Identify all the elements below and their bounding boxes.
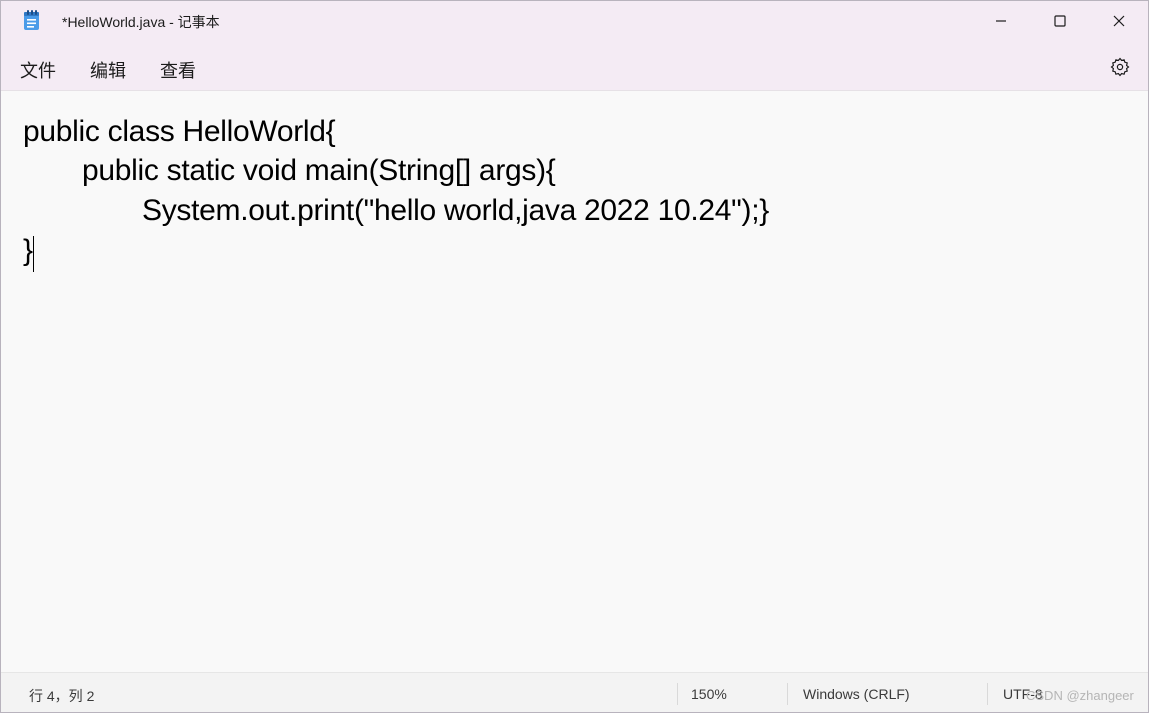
watermark: CSDN @zhangeer — [1026, 688, 1134, 703]
text-caret — [33, 236, 34, 272]
minimize-icon — [996, 20, 1006, 22]
status-bar: 行 4，列 2 150% Windows (CRLF) UTF-8 — [1, 672, 1148, 712]
notepad-window: *HelloWorld.java - 记事本 文件 编辑 查看 public c… — [0, 0, 1149, 713]
menu-edit[interactable]: 编辑 — [90, 57, 126, 83]
code-line: } — [23, 234, 33, 267]
minimize-button[interactable] — [972, 1, 1030, 41]
maximize-button[interactable] — [1031, 1, 1089, 41]
window-title: *HelloWorld.java - 记事本 — [62, 14, 220, 30]
code-line: public static void main(String[] args){ — [82, 154, 556, 187]
zoom-level: 150% — [691, 686, 727, 702]
notepad-icon — [23, 10, 40, 31]
maximize-icon — [1054, 15, 1066, 27]
text-editor[interactable]: public class HelloWorld{ public static v… — [1, 90, 1148, 673]
title-bar[interactable]: *HelloWorld.java - 记事本 — [1, 1, 1148, 41]
settings-button[interactable] — [1107, 54, 1133, 80]
status-divider — [787, 683, 788, 705]
gear-icon — [1110, 57, 1130, 77]
status-divider — [677, 683, 678, 705]
code-line: System.out.print("hello world,java 2022 … — [142, 194, 769, 227]
code-line: public class HelloWorld{ — [23, 115, 336, 148]
status-divider — [987, 683, 988, 705]
cursor-position: 行 4，列 2 — [29, 688, 95, 704]
menu-view[interactable]: 查看 — [160, 57, 196, 83]
close-button[interactable] — [1090, 1, 1148, 41]
close-icon — [1113, 15, 1125, 27]
menu-bar: 文件 编辑 查看 — [1, 41, 1148, 90]
menu-file[interactable]: 文件 — [20, 57, 56, 83]
line-ending: Windows (CRLF) — [803, 686, 910, 702]
